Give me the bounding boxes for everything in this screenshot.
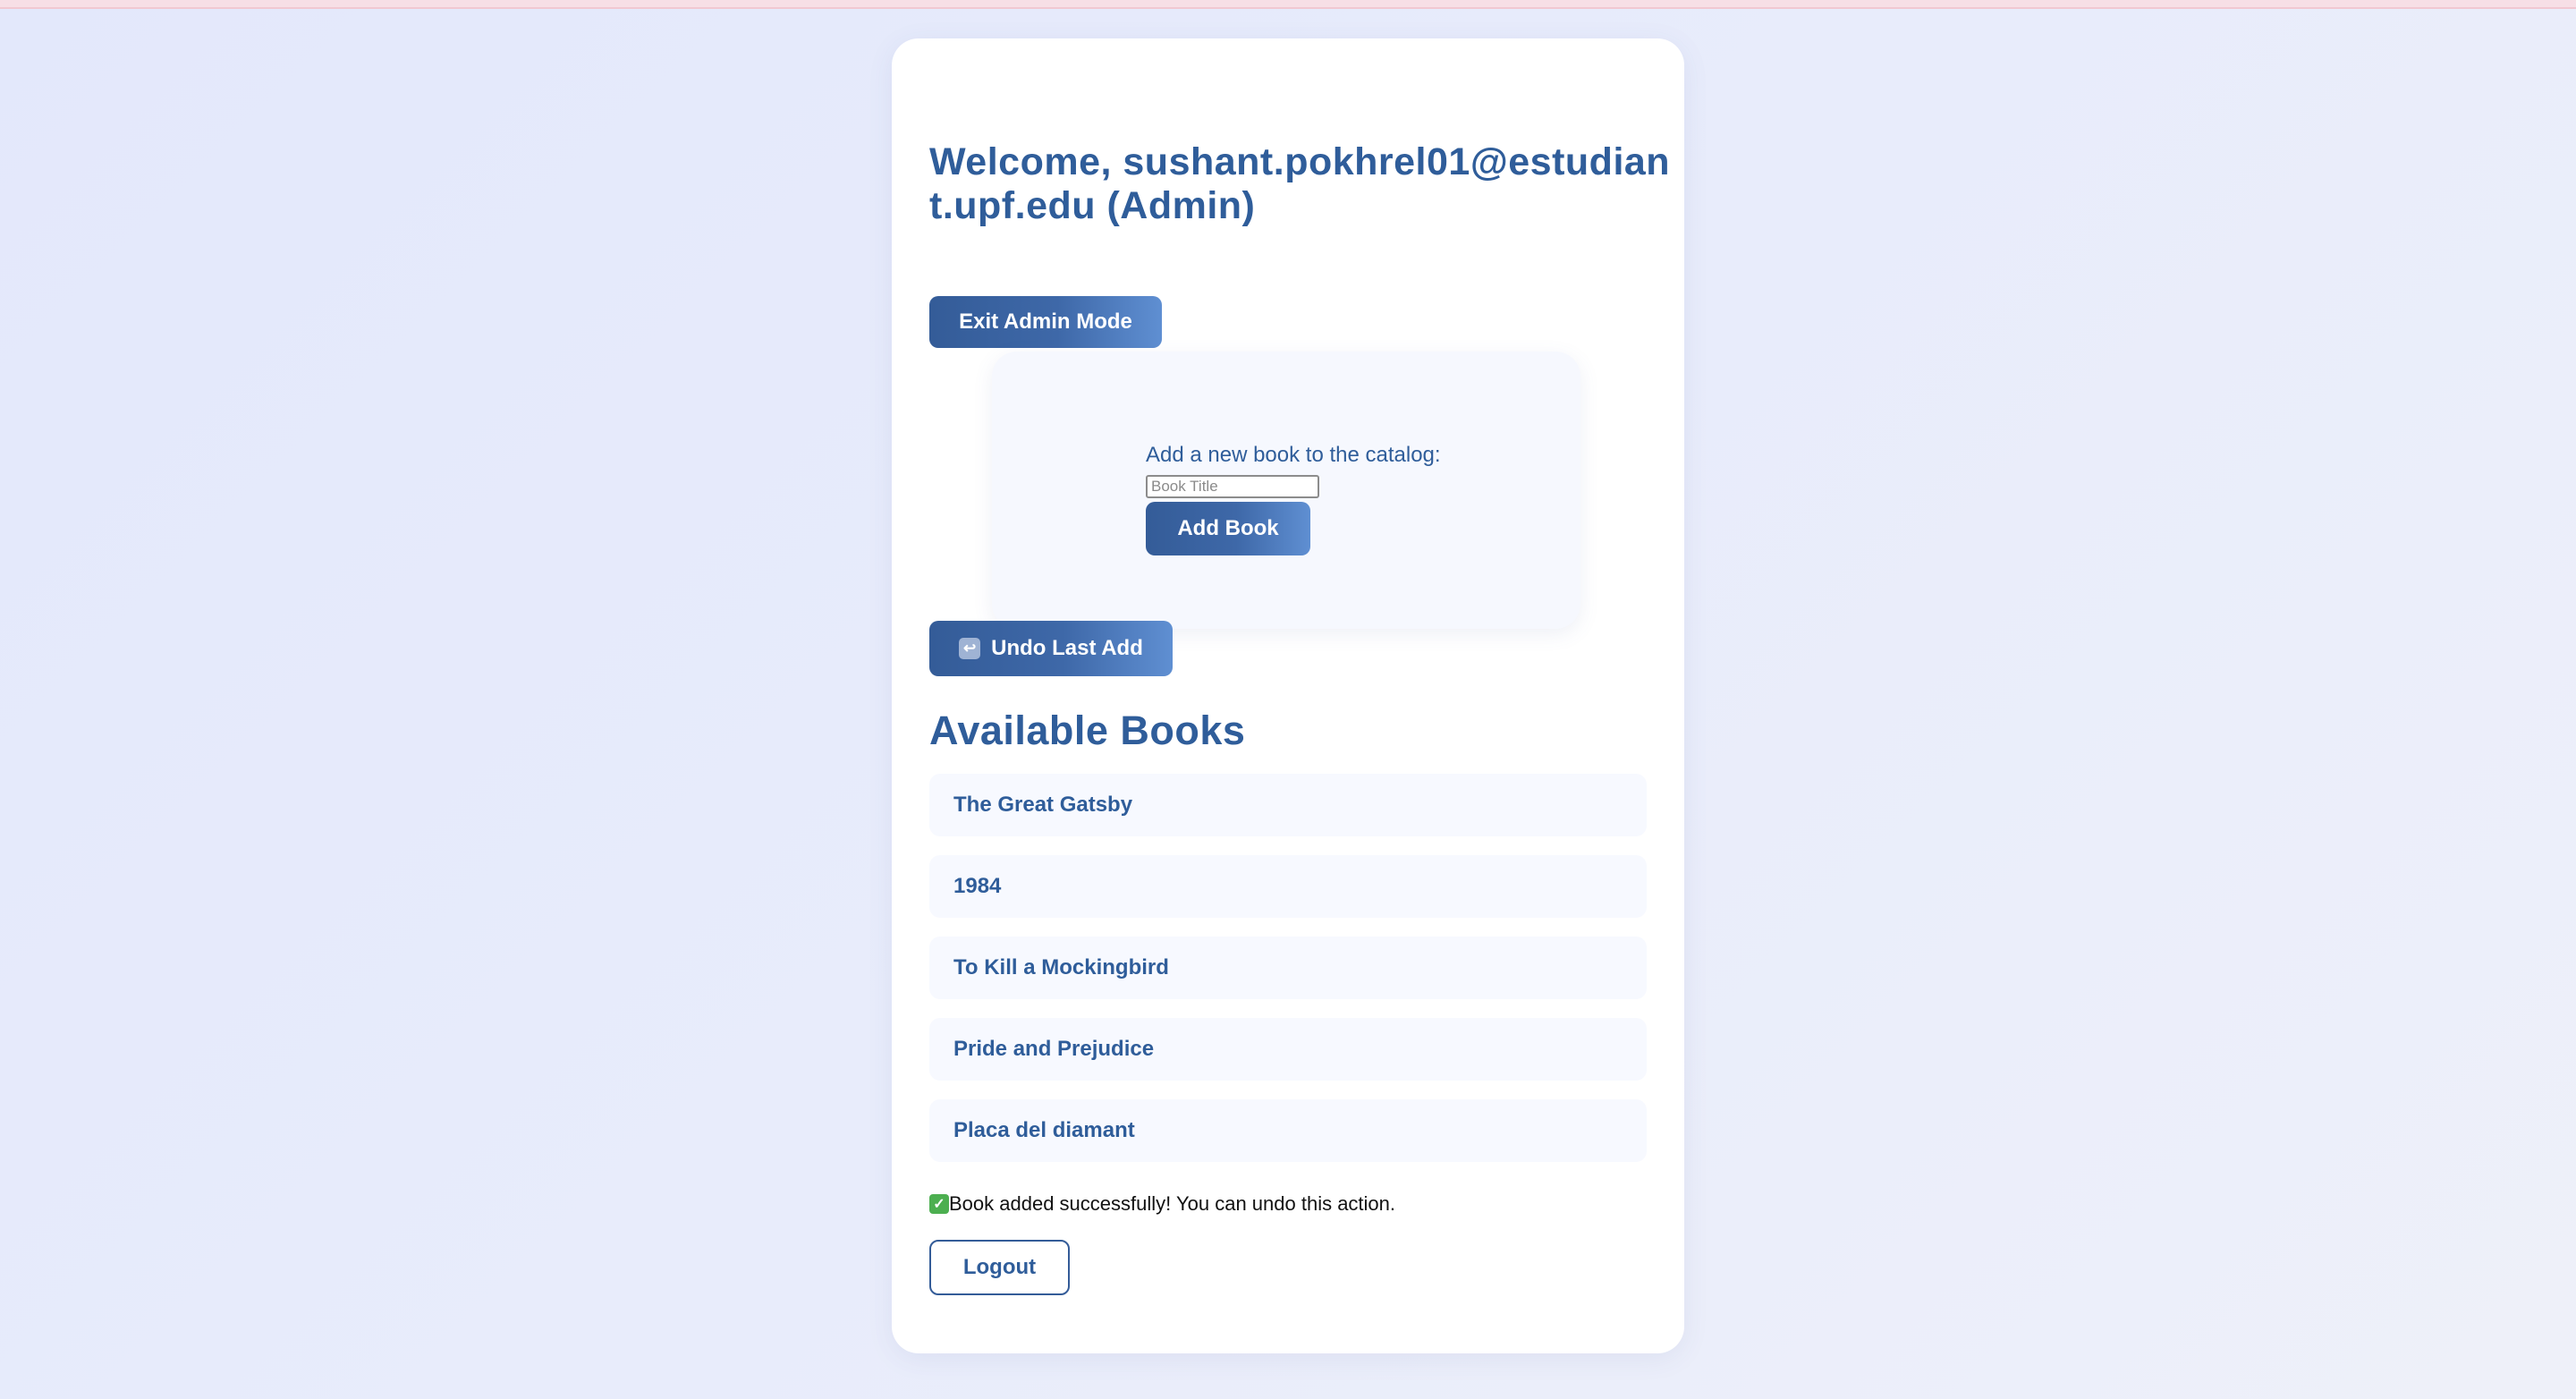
book-item[interactable]: To Kill a Mockingbird — [929, 937, 1647, 999]
book-item[interactable]: Placa del diamant — [929, 1099, 1647, 1162]
add-book-label: Add a new book to the catalog: — [1146, 443, 1441, 467]
top-banner-strip — [0, 0, 2576, 9]
book-item[interactable]: Pride and Prejudice — [929, 1018, 1647, 1081]
undo-button-label: Undo Last Add — [991, 636, 1143, 660]
check-icon: ✓ — [929, 1194, 949, 1214]
undo-last-add-button[interactable]: ↩ Undo Last Add — [929, 621, 1173, 676]
success-message: ✓ Book added successfully! You can undo … — [929, 1192, 1395, 1216]
available-books-heading: Available Books — [929, 708, 1246, 753]
add-book-button[interactable]: Add Book — [1146, 502, 1310, 555]
success-message-text: Book added successfully! You can undo th… — [949, 1192, 1396, 1215]
book-item[interactable]: 1984 — [929, 855, 1647, 918]
add-book-panel: Add a new book to the catalog: Add Book — [992, 352, 1580, 629]
main-card: Welcome, sushant.pokhrel01@estudiant.upf… — [892, 38, 1684, 1353]
book-list: The Great Gatsby 1984 To Kill a Mockingb… — [929, 774, 1647, 1181]
exit-admin-mode-button[interactable]: Exit Admin Mode — [929, 296, 1162, 348]
book-item[interactable]: The Great Gatsby — [929, 774, 1647, 836]
undo-arrow-icon: ↩ — [959, 638, 981, 659]
book-title-input[interactable] — [1146, 475, 1319, 498]
logout-button[interactable]: Logout — [929, 1240, 1070, 1295]
welcome-heading: Welcome, sushant.pokhrel01@estudiant.upf… — [929, 140, 1671, 227]
